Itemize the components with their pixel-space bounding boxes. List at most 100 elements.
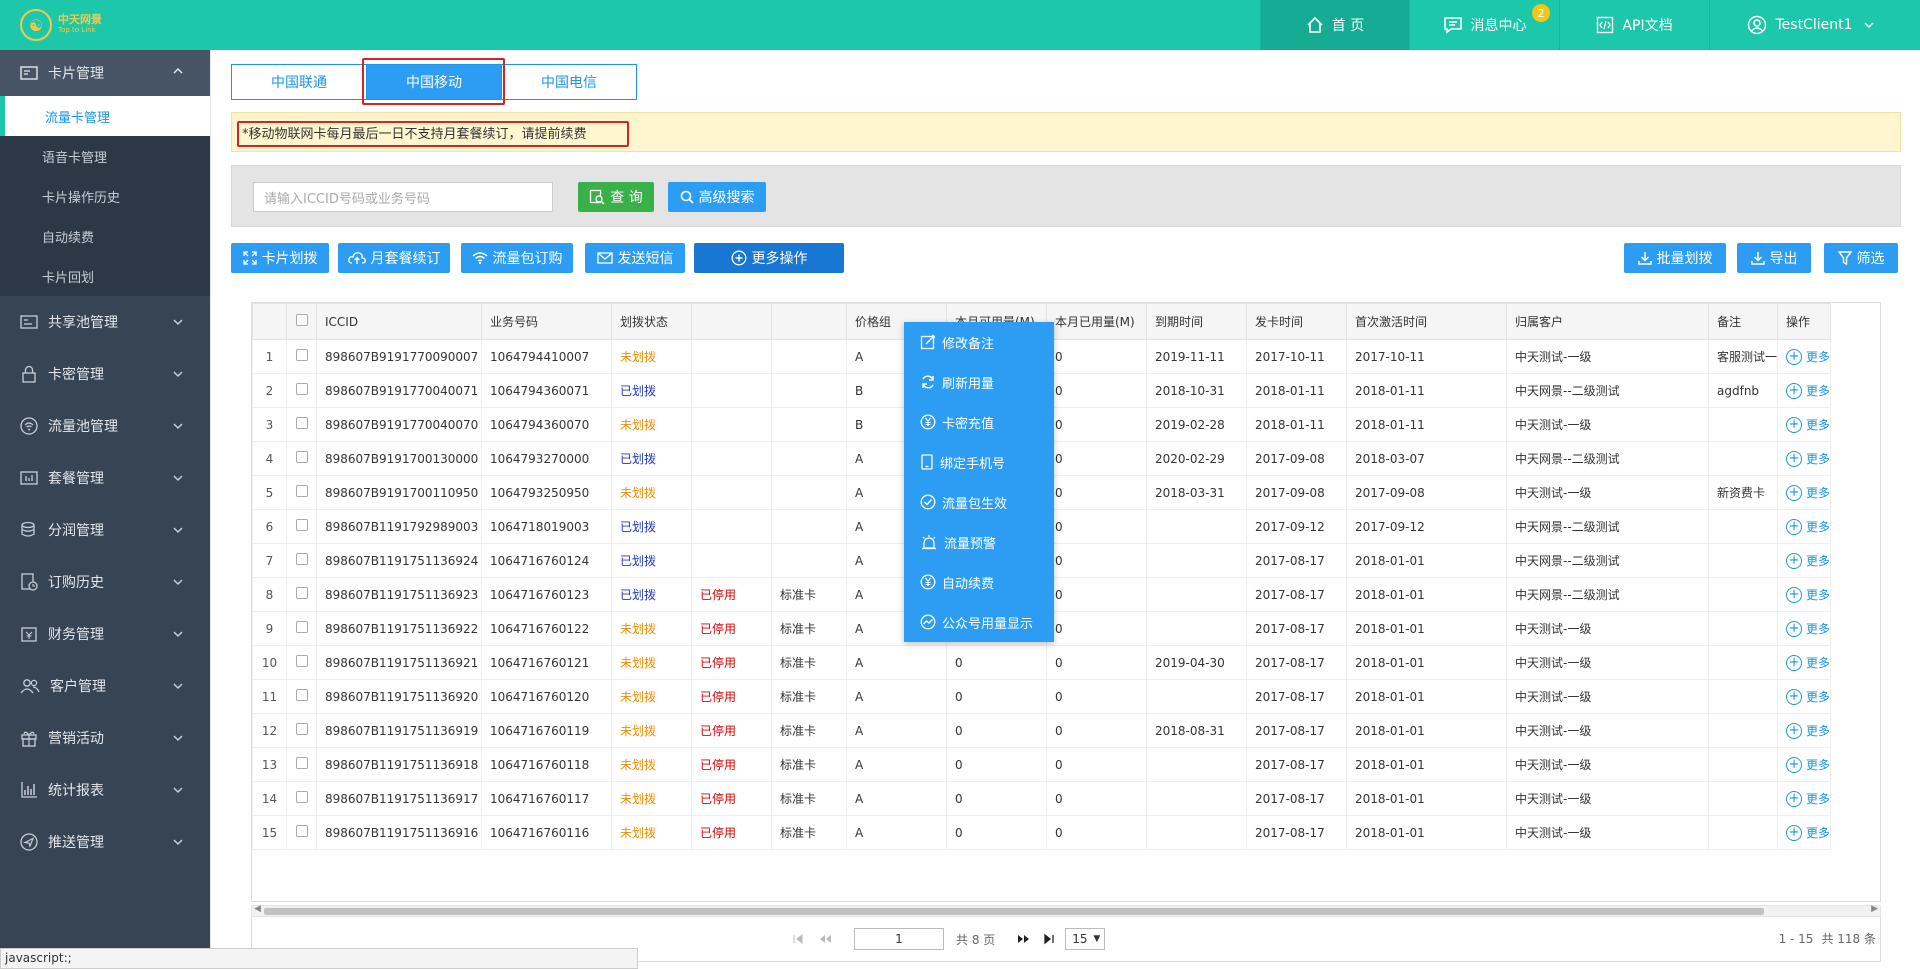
row-checkbox[interactable] [295, 587, 308, 599]
filter-button[interactable]: 筛选 [1824, 243, 1898, 273]
header-iccid[interactable]: ICCID [316, 303, 482, 340]
header-used[interactable]: 本月已用量(M) [1046, 303, 1147, 340]
row-more-link[interactable]: + 更多 [1786, 348, 1830, 365]
row-more-link[interactable]: + 更多 [1786, 416, 1830, 433]
sidebar-group-card-secret[interactable]: 卡密管理 [0, 348, 210, 400]
header-expire[interactable]: 到期时间 [1146, 303, 1247, 340]
first-page-icon[interactable] [792, 933, 804, 945]
row-more-link[interactable]: + 更多 [1786, 586, 1830, 603]
tab-china-unicom[interactable]: 中国联通 [231, 64, 367, 100]
table-row[interactable]: 10 898607B1191751136921 1064716760121 未划拨 已停… [252, 645, 1832, 680]
sidebar-group-shared-pool[interactable]: 共享池管理 [0, 296, 210, 348]
header-alloc-status[interactable]: 划拨状态 [611, 303, 692, 340]
table-row[interactable]: 11 898607B1191751136920 1064716760120 未划拨 已停… [252, 679, 1832, 714]
row-checkbox[interactable] [295, 519, 308, 531]
row-more-link[interactable]: + 更多 [1786, 382, 1830, 399]
header-card-status[interactable] [691, 303, 772, 340]
sidebar-item-auto-renew[interactable]: 自动续费 [0, 216, 210, 256]
menu-item-card-recharge[interactable]: 卡密充值 [904, 402, 1054, 442]
row-checkbox[interactable] [295, 689, 308, 701]
logo[interactable]: ☯ 中天网景 Top to Link [20, 9, 102, 41]
row-more-link[interactable]: + 更多 [1786, 756, 1830, 773]
menu-item-traffic-alert[interactable]: 流量预警 [904, 522, 1054, 562]
row-more-link[interactable]: + 更多 [1786, 654, 1830, 671]
header-biz-number[interactable]: 业务号码 [481, 303, 612, 340]
row-checkbox[interactable] [295, 485, 308, 497]
sidebar-group-customer[interactable]: 客户管理 [0, 660, 210, 712]
row-checkbox[interactable] [295, 621, 308, 633]
tab-china-telecom[interactable]: 中国电信 [501, 64, 637, 100]
advanced-search-button[interactable]: 高级搜索 [668, 182, 766, 212]
query-button[interactable]: 查 询 [578, 182, 654, 212]
scroll-left-icon[interactable]: ◀ [254, 904, 261, 914]
last-page-icon[interactable] [1043, 933, 1055, 945]
header-activate[interactable]: 首次激活时间 [1346, 303, 1507, 340]
menu-item-edit-remark[interactable]: 修改备注 [904, 322, 1054, 362]
sidebar-group-card-mgmt[interactable]: 卡片管理 [0, 50, 210, 96]
table-row[interactable]: 13 898607B1191751136918 1064716760118 未划拨 已停… [252, 747, 1832, 782]
row-checkbox[interactable] [295, 825, 308, 837]
row-more-link[interactable]: + 更多 [1786, 790, 1830, 807]
send-sms-button[interactable]: 发送短信 [585, 243, 685, 273]
next-page-icon[interactable] [1017, 933, 1031, 945]
row-checkbox[interactable] [295, 655, 308, 667]
table-row[interactable]: 14 898607B1191751136917 1064716760117 未划拨 已停… [252, 781, 1832, 816]
table-row[interactable]: 12 898607B1191751136919 1064716760119 未划拨 已停… [252, 713, 1832, 748]
row-more-link[interactable]: + 更多 [1786, 722, 1830, 739]
nav-api[interactable]: API文档 [1559, 0, 1709, 50]
menu-item-bind-phone[interactable]: 绑定手机号 [904, 442, 1054, 482]
header-customer[interactable]: 归属客户 [1506, 303, 1709, 340]
search-input[interactable]: 请输入ICCID号码或业务号码 [253, 182, 553, 212]
sidebar-group-finance[interactable]: 财务管理 [0, 608, 210, 660]
monthly-renew-button[interactable]: 月套餐续订 [338, 243, 450, 273]
prev-page-icon[interactable] [818, 933, 832, 945]
row-more-link[interactable]: + 更多 [1786, 824, 1830, 841]
batch-allocate-button[interactable]: 批量划拨 [1624, 243, 1726, 273]
row-checkbox[interactable] [295, 553, 308, 565]
sidebar-group-profit-share[interactable]: 分润管理 [0, 504, 210, 556]
scroll-right-icon[interactable]: ▶ [1871, 904, 1878, 914]
page-number-input[interactable]: 1 [854, 928, 944, 950]
row-checkbox[interactable] [295, 451, 308, 463]
export-button[interactable]: 导出 [1737, 243, 1811, 273]
row-more-link[interactable]: + 更多 [1786, 450, 1830, 467]
sidebar-item-voice-card[interactable]: 语音卡管理 [0, 136, 210, 176]
page-size-select[interactable]: 15 ▼ [1065, 928, 1106, 950]
menu-item-refresh-usage[interactable]: 刷新用量 [904, 362, 1054, 402]
menu-item-auto-renew[interactable]: 自动续费 [904, 562, 1054, 602]
row-more-link[interactable]: + 更多 [1786, 484, 1830, 501]
sidebar-group-reports[interactable]: 统计报表 [0, 764, 210, 816]
menu-item-wechat-usage[interactable]: 公众号用量显示 [904, 602, 1054, 642]
scrollbar-thumb[interactable] [264, 908, 1764, 915]
row-checkbox[interactable] [295, 349, 308, 361]
nav-home[interactable]: 首 页 [1260, 0, 1409, 50]
sidebar-group-marketing[interactable]: 营销活动 [0, 712, 210, 764]
sidebar-group-push[interactable]: 推送管理 [0, 816, 210, 868]
allocate-button[interactable]: 卡片划拨 [231, 243, 329, 273]
table-row[interactable]: 15 898607B1191751136916 1064716760116 未划拨 已停… [252, 815, 1832, 850]
sidebar-group-traffic-pool[interactable]: 流量池管理 [0, 400, 210, 452]
sidebar-item-card-return[interactable]: 卡片回划 [0, 256, 210, 296]
header-card-type[interactable] [771, 303, 847, 340]
header-issue[interactable]: 发卡时间 [1246, 303, 1347, 340]
traffic-order-button[interactable]: 流量包订购 [461, 243, 573, 273]
more-ops-button[interactable]: 更多操作 [694, 243, 844, 273]
sidebar-group-package[interactable]: 套餐管理 [0, 452, 210, 504]
nav-user-menu[interactable]: TestClient1 [1709, 0, 1920, 50]
nav-messages[interactable]: 消息中心 2 [1409, 0, 1559, 50]
menu-item-activate-package[interactable]: 流量包生效 [904, 482, 1054, 522]
sidebar-group-order-history[interactable]: 订购历史 [0, 556, 210, 608]
row-checkbox[interactable] [295, 383, 308, 395]
row-checkbox[interactable] [295, 417, 308, 429]
sidebar-item-traffic-card[interactable]: 流量卡管理 [0, 96, 210, 136]
row-more-link[interactable]: + 更多 [1786, 552, 1830, 569]
row-more-link[interactable]: + 更多 [1786, 688, 1830, 705]
header-remark[interactable]: 备注 [1707, 303, 1779, 340]
row-more-link[interactable]: + 更多 [1786, 620, 1830, 637]
row-more-link[interactable]: + 更多 [1786, 518, 1830, 535]
select-all-checkbox[interactable] [295, 314, 308, 326]
row-checkbox[interactable] [295, 791, 308, 803]
sidebar-item-card-history[interactable]: 卡片操作历史 [0, 176, 210, 216]
row-checkbox[interactable] [295, 757, 308, 769]
row-checkbox[interactable] [295, 723, 308, 735]
